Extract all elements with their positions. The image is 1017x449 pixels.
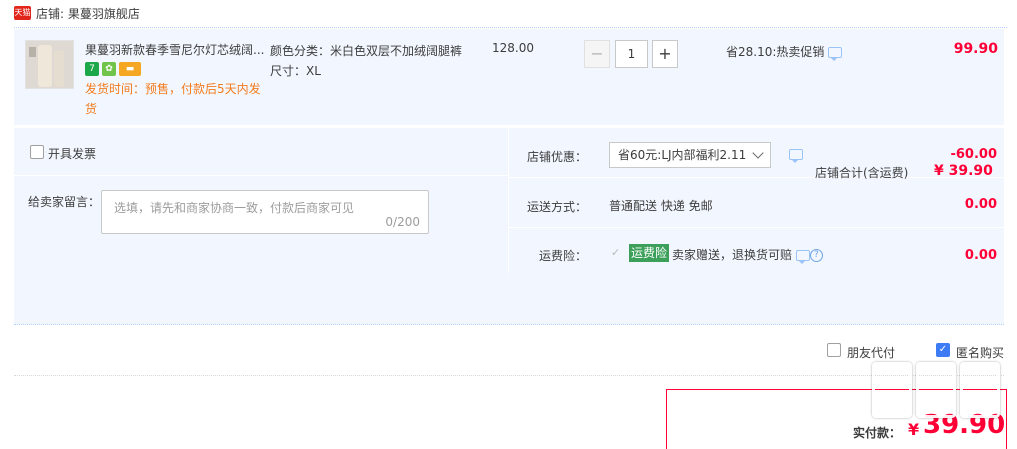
shop-header: 天猫 店铺: 果蔓羽旗舰店 [14,0,1007,28]
insurance-label: 运费险： [538,249,587,263]
insurance-check-icon: ✓ [611,246,621,259]
shop-discount-select[interactable]: 省60元:LJ内部福利2.11 [609,142,771,168]
quantity-input[interactable]: 1 [615,40,648,68]
shop-discount-value: -60.00 [950,147,997,162]
invoice-checkbox[interactable] [30,145,44,159]
insurance-value: 0.00 [964,248,997,263]
insurance-description: 卖家赠送，退换货可赔 [672,248,793,262]
payment-options-row: 朋友代付 ✓ 匿名购买 [14,328,1004,376]
spec-color: 颜色分类：米白色双层不加绒阔腿裤 [270,44,463,58]
anonymous-buy-label: 匿名购买 [956,346,1005,360]
discount-comment-icon[interactable] [789,149,803,163]
insurance-row: 运费险： ✓ 运费险 卖家赠送，退换货可赔 ? 0.00 [509,228,1005,273]
shop-discount-label: 店铺优惠： [526,150,587,164]
anonymous-buy-checkbox[interactable]: ✓ [936,343,950,357]
friend-pay-label: 朋友代付 [847,346,896,360]
service-badges: 7 ✿ ▬ [85,62,144,76]
product-title-link[interactable]: 果蔓羽新款春季雪尼尔灯芯绒阔... [85,41,267,58]
seller-message-input[interactable]: 选填，请先和商家协商一致，付款后商家可见 0/200 [101,190,429,234]
shop-discount-selected: 省60元:LJ内部福利2.11 [618,148,747,162]
shipping-value: 0.00 [964,197,997,212]
promotion-info: 省28.10:热卖促销 [726,43,843,61]
increase-quantity-button[interactable]: + [652,40,678,68]
guarantee-icon: ✿ [102,62,116,76]
presale-notice: 发货时间：预售，付款后5天内发货 [85,82,261,116]
item-subtotal: 99.90 [953,41,998,57]
shop-name-link[interactable]: 店铺: 果蔓羽旗舰店 [36,5,140,22]
help-icon[interactable]: ? [809,249,823,262]
product-spec: 颜色分类：米白色双层不加绒阔腿裤 尺寸：XL [270,41,480,81]
site-watermark-logo [872,362,1012,442]
shipping-label: 运送方式： [526,200,587,214]
order-item-row: 果蔓羽新款春季雪尼尔灯芯绒阔... 7 ✿ ▬ 发货时间：预售，付款后5天内发货 颜… [14,29,1004,125]
seller-message-label: 给卖家留言： [28,195,101,209]
shipping-row: 运送方式： 普通配送 快递 免邮 0.00 [509,178,1005,228]
promo-comment-icon[interactable] [828,47,843,61]
seven-day-return-icon: 7 [85,62,99,76]
shop-total-label: 店铺合计(含运费) [815,166,909,180]
decrease-quantity-button[interactable]: − [584,40,610,68]
insurance-comment-icon[interactable] [795,250,810,264]
invoice-row: 开具发票 [14,128,508,176]
product-thumbnail[interactable] [25,40,74,89]
unit-price: 128.00 [492,41,534,55]
order-options-panel: 开具发票 给卖家留言： 选填，请先和商家协商一致，付款后商家可见 0/200 店… [14,128,1005,325]
seller-message-counter: 0/200 [385,215,420,229]
insurance-text: 卖家赠送，退换货可赔 ? [672,246,823,264]
shipping-method: 普通配送 快递 免邮 [609,199,713,213]
seller-message-placeholder: 选填，请先和商家协商一致，付款后商家可见 [114,201,355,215]
spec-size: 尺寸：XL [270,64,321,78]
tmall-badge-icon: 天猫 [14,6,31,20]
chevron-down-icon [752,147,764,159]
friend-pay-checkbox[interactable] [827,343,841,357]
invoice-label: 开具发票 [48,147,97,161]
order-options-left: 开具发票 给卖家留言： 选填，请先和商家协商一致，付款后商家可见 0/200 [14,128,508,273]
shop-discount-row: 店铺优惠： 省60元:LJ内部福利2.11 -60.00 [509,128,1005,178]
insurance-tag: 运费险 [629,244,670,262]
order-options-right: 店铺优惠： 省60元:LJ内部福利2.11 -60.00 运送方式： 普通配送 … [508,128,1005,273]
promotion-text: 省28.10:热卖促销 [726,45,825,59]
card-payment-icon: ▬ [119,62,141,76]
shop-total-value: ¥ 39.90 [934,163,993,179]
